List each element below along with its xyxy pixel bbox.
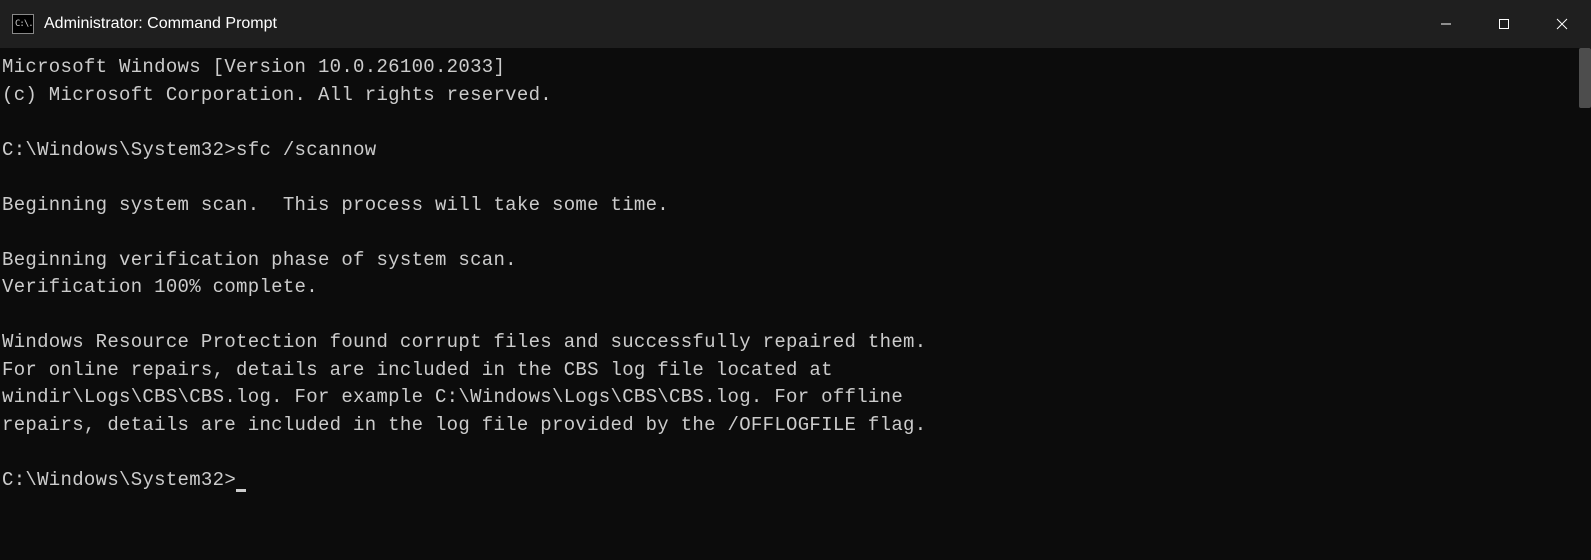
minimize-button[interactable] (1417, 0, 1475, 48)
close-icon (1556, 18, 1568, 30)
titlebar[interactable]: C:\. Administrator: Command Prompt (0, 0, 1591, 48)
prompt-command-1: sfc /scannow (236, 139, 376, 161)
output-line-7: repairs, details are included in the log… (2, 414, 926, 436)
cursor (236, 489, 246, 492)
prompt-path-2: C:\Windows\System32> (2, 469, 236, 491)
maximize-button[interactable] (1475, 0, 1533, 48)
close-button[interactable] (1533, 0, 1591, 48)
window-title: Administrator: Command Prompt (44, 15, 277, 33)
output-line-2: Beginning verification phase of system s… (2, 249, 517, 271)
minimize-icon (1440, 18, 1452, 30)
prompt-path-1: C:\Windows\System32> (2, 139, 236, 161)
app-icon-text: C:\. (15, 20, 33, 29)
output-line-4: Windows Resource Protection found corrup… (2, 331, 926, 353)
command-prompt-icon: C:\. (12, 14, 34, 34)
output-line-1: Beginning system scan. This process will… (2, 194, 669, 216)
output-line-5: For online repairs, details are included… (2, 359, 833, 381)
terminal-area[interactable]: Microsoft Windows [Version 10.0.26100.20… (0, 48, 1591, 560)
header-line-2: (c) Microsoft Corporation. All rights re… (2, 84, 552, 106)
output-line-3: Verification 100% complete. (2, 276, 318, 298)
titlebar-left: C:\. Administrator: Command Prompt (12, 14, 277, 34)
header-line-1: Microsoft Windows [Version 10.0.26100.20… (2, 56, 505, 78)
scrollbar-thumb[interactable] (1579, 48, 1591, 108)
maximize-icon (1498, 18, 1510, 30)
terminal-content: Microsoft Windows [Version 10.0.26100.20… (2, 54, 1589, 494)
output-line-6: windir\Logs\CBS\CBS.log. For example C:\… (2, 386, 903, 408)
window-controls (1417, 0, 1591, 48)
